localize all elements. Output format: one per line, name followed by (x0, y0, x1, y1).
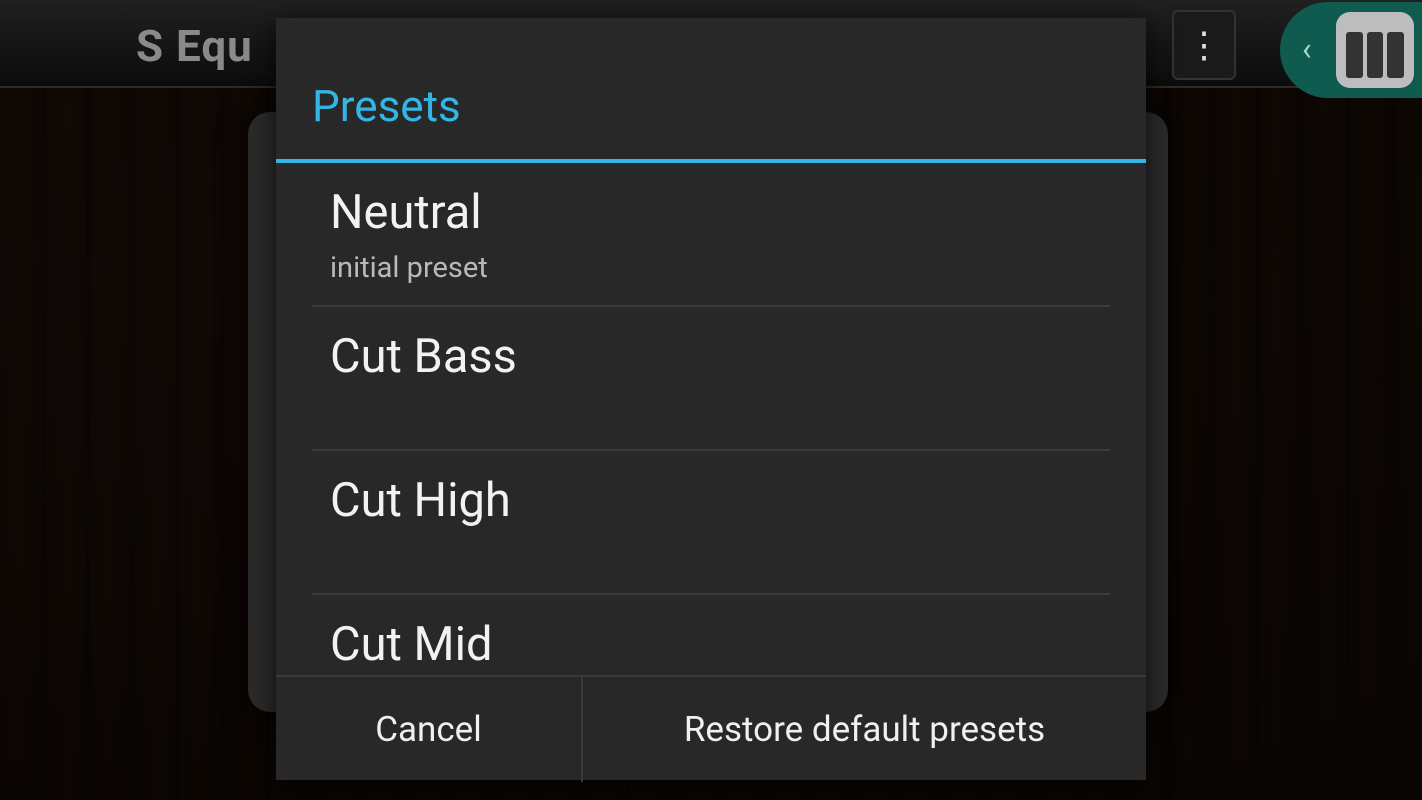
preset-item-cut-mid[interactable]: Cut Mid (276, 595, 1146, 675)
preset-item-neutral[interactable]: Neutral initial preset (276, 163, 1146, 307)
preset-item-cut-bass[interactable]: Cut Bass (276, 307, 1146, 451)
preset-name: Cut High (330, 473, 511, 528)
piano-icon (1336, 12, 1414, 88)
restore-default-presets-button[interactable]: Restore default presets (583, 677, 1146, 782)
floating-piano-button[interactable]: ‹ (1280, 2, 1422, 98)
preset-list[interactable]: Neutral initial preset Cut Bass Cut High… (276, 163, 1146, 675)
dialog-actions: Cancel Restore default presets (276, 675, 1146, 782)
preset-subtitle: initial preset (330, 251, 488, 285)
preset-name: Cut Bass (330, 329, 517, 384)
dialog-title: Presets (312, 80, 461, 132)
overflow-menu-icon[interactable]: ⋮ (1172, 10, 1236, 80)
presets-dialog: Presets Neutral initial preset Cut Bass … (276, 18, 1146, 782)
preset-name: Neutral (330, 185, 482, 240)
preset-item-cut-high[interactable]: Cut High (276, 451, 1146, 595)
preset-name: Cut Mid (330, 617, 493, 672)
cancel-button[interactable]: Cancel (276, 677, 583, 782)
chevron-left-icon: ‹ (1302, 30, 1312, 68)
app-title: S Equ (136, 20, 253, 72)
